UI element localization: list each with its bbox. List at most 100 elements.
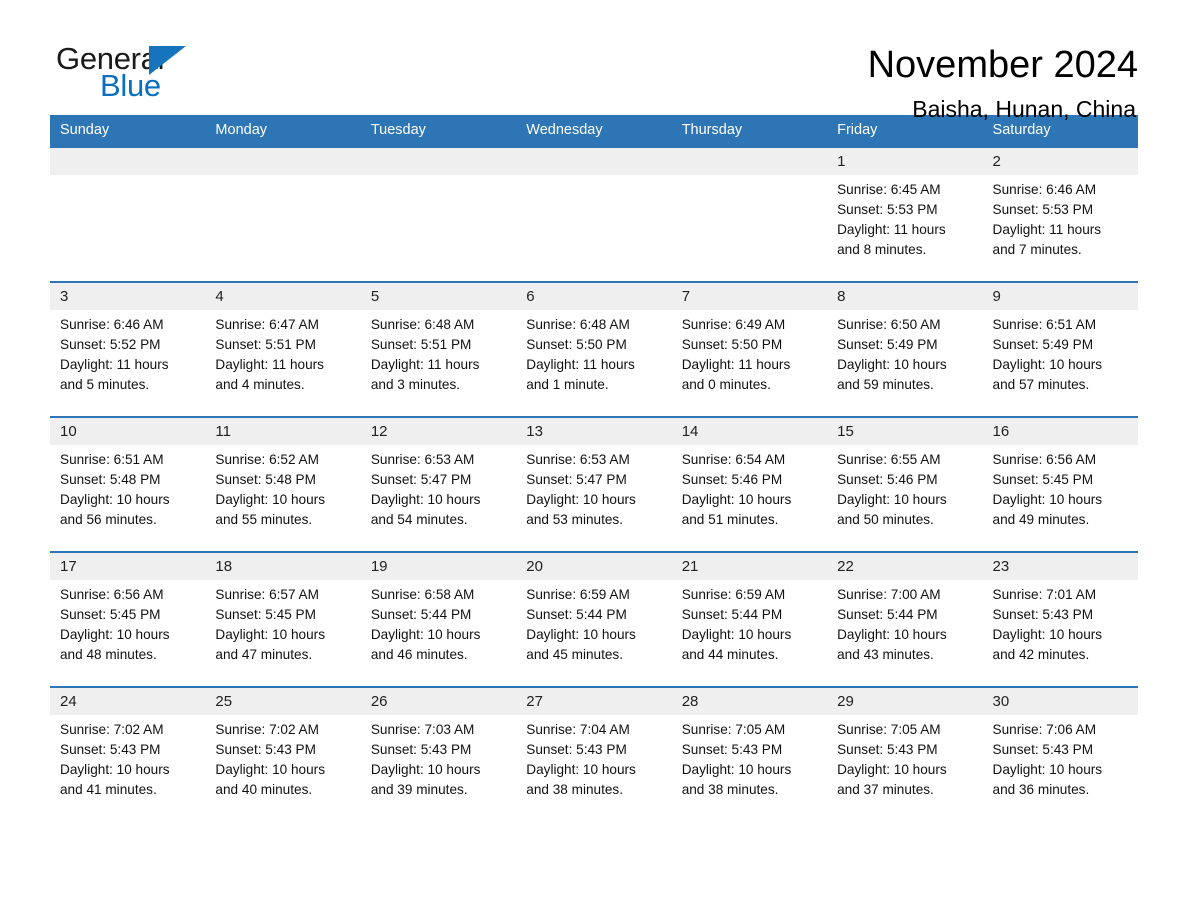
day-sun-info — [361, 175, 516, 180]
day-number: 1 — [827, 148, 983, 175]
day-sun-info — [516, 175, 671, 180]
day-cell[interactable]: 10 Sunrise: 6:51 AM Sunset: 5:48 PM Dayli… — [50, 416, 206, 552]
day-number: 6 — [516, 283, 672, 310]
day-sun-info: Sunrise: 7:03 AM Sunset: 5:43 PM Dayligh… — [370, 722, 481, 797]
day-number: 4 — [205, 283, 361, 310]
day-number: 18 — [205, 553, 361, 580]
day-cell[interactable] — [50, 146, 206, 282]
day-number: 7 — [671, 283, 828, 310]
calendar-table: Sunday Monday Tuesday Wednesday Thursday… — [50, 115, 1138, 821]
day-sun-info: Sunrise: 7:05 AM Sunset: 5:43 PM Dayligh… — [837, 722, 947, 797]
day-number: 17 — [50, 553, 206, 580]
generalblue-logo[interactable]: General Blue — [50, 42, 200, 104]
day-number: 11 — [205, 418, 361, 445]
day-cell[interactable]: 27 Sunrise: 7:04 AM Sunset: 5:43 PM Dayli… — [516, 686, 672, 821]
day-sun-info: Sunrise: 6:53 AM Sunset: 5:47 PM Dayligh… — [370, 452, 481, 527]
day-sun-info: Sunrise: 6:46 AM Sunset: 5:53 PM Dayligh… — [992, 182, 1102, 257]
day-number: 5 — [360, 283, 517, 310]
day-number — [671, 148, 828, 175]
day-sun-info: Sunrise: 6:51 AM Sunset: 5:49 PM Dayligh… — [992, 317, 1103, 392]
day-cell[interactable] — [516, 146, 672, 282]
day-cell[interactable]: 8 Sunrise: 6:50 AM Sunset: 5:49 PM Daylig… — [827, 281, 983, 417]
day-cell[interactable] — [671, 146, 828, 282]
day-sun-info: Sunrise: 7:01 AM Sunset: 5:43 PM Dayligh… — [992, 587, 1103, 662]
day-cell[interactable]: 2 Sunrise: 6:46 AM Sunset: 5:53 PM Daylig… — [982, 146, 1138, 282]
day-sun-info: Sunrise: 7:02 AM Sunset: 5:43 PM Dayligh… — [60, 722, 170, 797]
day-cell[interactable]: 23 Sunrise: 7:01 AM Sunset: 5:43 PM Dayli… — [982, 551, 1138, 687]
day-number — [360, 148, 517, 175]
day-cell[interactable]: 7 Sunrise: 6:49 AM Sunset: 5:50 PM Daylig… — [671, 281, 828, 417]
day-number: 29 — [827, 688, 983, 715]
day-cell[interactable]: 24 Sunrise: 7:02 AM Sunset: 5:43 PM Dayli… — [50, 686, 206, 821]
day-number: 8 — [827, 283, 983, 310]
day-number: 3 — [50, 283, 206, 310]
title-block: November 2024 Baisha, Hunan, China — [868, 42, 1138, 124]
day-sun-info: Sunrise: 6:46 AM Sunset: 5:52 PM Dayligh… — [60, 317, 169, 392]
day-cell[interactable]: 22 Sunrise: 7:00 AM Sunset: 5:44 PM Dayli… — [827, 551, 983, 687]
day-number: 24 — [50, 688, 206, 715]
day-cell[interactable]: 6 Sunrise: 6:48 AM Sunset: 5:50 PM Daylig… — [516, 281, 672, 417]
day-number: 13 — [516, 418, 672, 445]
day-cell[interactable]: 5 Sunrise: 6:48 AM Sunset: 5:51 PM Daylig… — [360, 281, 517, 417]
day-cell[interactable]: 30 Sunrise: 7:06 AM Sunset: 5:43 PM Dayli… — [982, 686, 1138, 821]
day-cell[interactable]: 28 Sunrise: 7:05 AM Sunset: 5:43 PM Dayli… — [671, 686, 828, 821]
day-cell[interactable]: 16 Sunrise: 6:56 AM Sunset: 5:45 PM Dayli… — [982, 416, 1138, 552]
day-sun-info: Sunrise: 7:00 AM Sunset: 5:44 PM Dayligh… — [837, 587, 947, 662]
location-subtitle: Baisha, Hunan, China — [912, 96, 1136, 122]
day-sun-info: Sunrise: 6:45 AM Sunset: 5:53 PM Dayligh… — [837, 182, 946, 257]
day-sun-info: Sunrise: 6:57 AM Sunset: 5:45 PM Dayligh… — [215, 587, 325, 662]
day-number: 27 — [516, 688, 672, 715]
day-cell[interactable]: 19 Sunrise: 6:58 AM Sunset: 5:44 PM Dayli… — [360, 551, 517, 687]
day-number: 22 — [827, 553, 983, 580]
day-cell[interactable] — [360, 146, 517, 282]
day-sun-info: Sunrise: 6:48 AM Sunset: 5:50 PM Dayligh… — [526, 317, 635, 392]
day-number — [205, 148, 361, 175]
day-cell[interactable]: 29 Sunrise: 7:05 AM Sunset: 5:43 PM Dayli… — [827, 686, 983, 821]
day-number: 12 — [360, 418, 517, 445]
day-number: 23 — [982, 553, 1138, 580]
day-cell[interactable]: 26 Sunrise: 7:03 AM Sunset: 5:43 PM Dayli… — [360, 686, 517, 821]
day-cell[interactable]: 12 Sunrise: 6:53 AM Sunset: 5:47 PM Dayli… — [360, 416, 517, 552]
day-cell[interactable]: 9 Sunrise: 6:51 AM Sunset: 5:49 PM Daylig… — [982, 281, 1138, 417]
day-cell[interactable]: 20 Sunrise: 6:59 AM Sunset: 5:44 PM Dayli… — [516, 551, 672, 687]
day-sun-info: Sunrise: 7:04 AM Sunset: 5:43 PM Dayligh… — [526, 722, 636, 797]
day-number: 10 — [50, 418, 206, 445]
day-cell[interactable]: 11 Sunrise: 6:52 AM Sunset: 5:48 PM Dayli… — [205, 416, 361, 552]
day-cell[interactable]: 21 Sunrise: 6:59 AM Sunset: 5:44 PM Dayli… — [671, 551, 828, 687]
day-number: 25 — [205, 688, 361, 715]
day-cell[interactable]: 4 Sunrise: 6:47 AM Sunset: 5:51 PM Daylig… — [205, 281, 361, 417]
day-sun-info: Sunrise: 6:49 AM Sunset: 5:50 PM Dayligh… — [681, 317, 791, 392]
calendar-body: 1 Sunrise: 6:45 AM Sunset: 5:53 PM Daylig… — [50, 146, 1138, 821]
day-number: 9 — [982, 283, 1138, 310]
day-cell[interactable]: 25 Sunrise: 7:02 AM Sunset: 5:43 PM Dayli… — [205, 686, 361, 821]
day-number: 28 — [671, 688, 828, 715]
day-cell[interactable]: 13 Sunrise: 6:53 AM Sunset: 5:47 PM Dayli… — [516, 416, 672, 552]
day-sun-info — [205, 175, 360, 180]
day-number: 21 — [671, 553, 828, 580]
day-cell[interactable]: 1 Sunrise: 6:45 AM Sunset: 5:53 PM Daylig… — [827, 146, 983, 282]
day-cell[interactable]: 18 Sunrise: 6:57 AM Sunset: 5:45 PM Dayli… — [205, 551, 361, 687]
day-cell[interactable]: 14 Sunrise: 6:54 AM Sunset: 5:46 PM Dayli… — [671, 416, 828, 552]
calendar-week-row: 24 Sunrise: 7:02 AM Sunset: 5:43 PM Dayli… — [50, 686, 1138, 821]
day-number: 30 — [982, 688, 1138, 715]
page-title: November 2024 — [867, 44, 1138, 86]
logo-text-blue: Blue — [100, 68, 161, 103]
page-masthead: General Blue November 2024 Baisha, Hunan… — [50, 0, 1138, 123]
weekday-header-wednesday: Wednesday — [516, 115, 672, 147]
day-cell[interactable]: 17 Sunrise: 6:56 AM Sunset: 5:45 PM Dayli… — [50, 551, 206, 687]
day-number — [516, 148, 672, 175]
day-sun-info: Sunrise: 6:58 AM Sunset: 5:44 PM Dayligh… — [370, 587, 481, 662]
weekday-header-tuesday: Tuesday — [360, 115, 517, 147]
day-number — [50, 148, 206, 175]
day-number: 14 — [671, 418, 828, 445]
day-sun-info: Sunrise: 7:05 AM Sunset: 5:43 PM Dayligh… — [681, 722, 792, 797]
day-number: 26 — [360, 688, 517, 715]
day-cell[interactable] — [205, 146, 361, 282]
day-sun-info: Sunrise: 6:55 AM Sunset: 5:46 PM Dayligh… — [837, 452, 947, 527]
day-sun-info: Sunrise: 6:54 AM Sunset: 5:46 PM Dayligh… — [681, 452, 792, 527]
day-sun-info: Sunrise: 6:48 AM Sunset: 5:51 PM Dayligh… — [370, 317, 480, 392]
day-cell[interactable]: 3 Sunrise: 6:46 AM Sunset: 5:52 PM Daylig… — [50, 281, 206, 417]
day-cell[interactable]: 15 Sunrise: 6:55 AM Sunset: 5:46 PM Dayli… — [827, 416, 983, 552]
day-sun-info: Sunrise: 6:59 AM Sunset: 5:44 PM Dayligh… — [681, 587, 792, 662]
day-number: 2 — [982, 148, 1138, 175]
